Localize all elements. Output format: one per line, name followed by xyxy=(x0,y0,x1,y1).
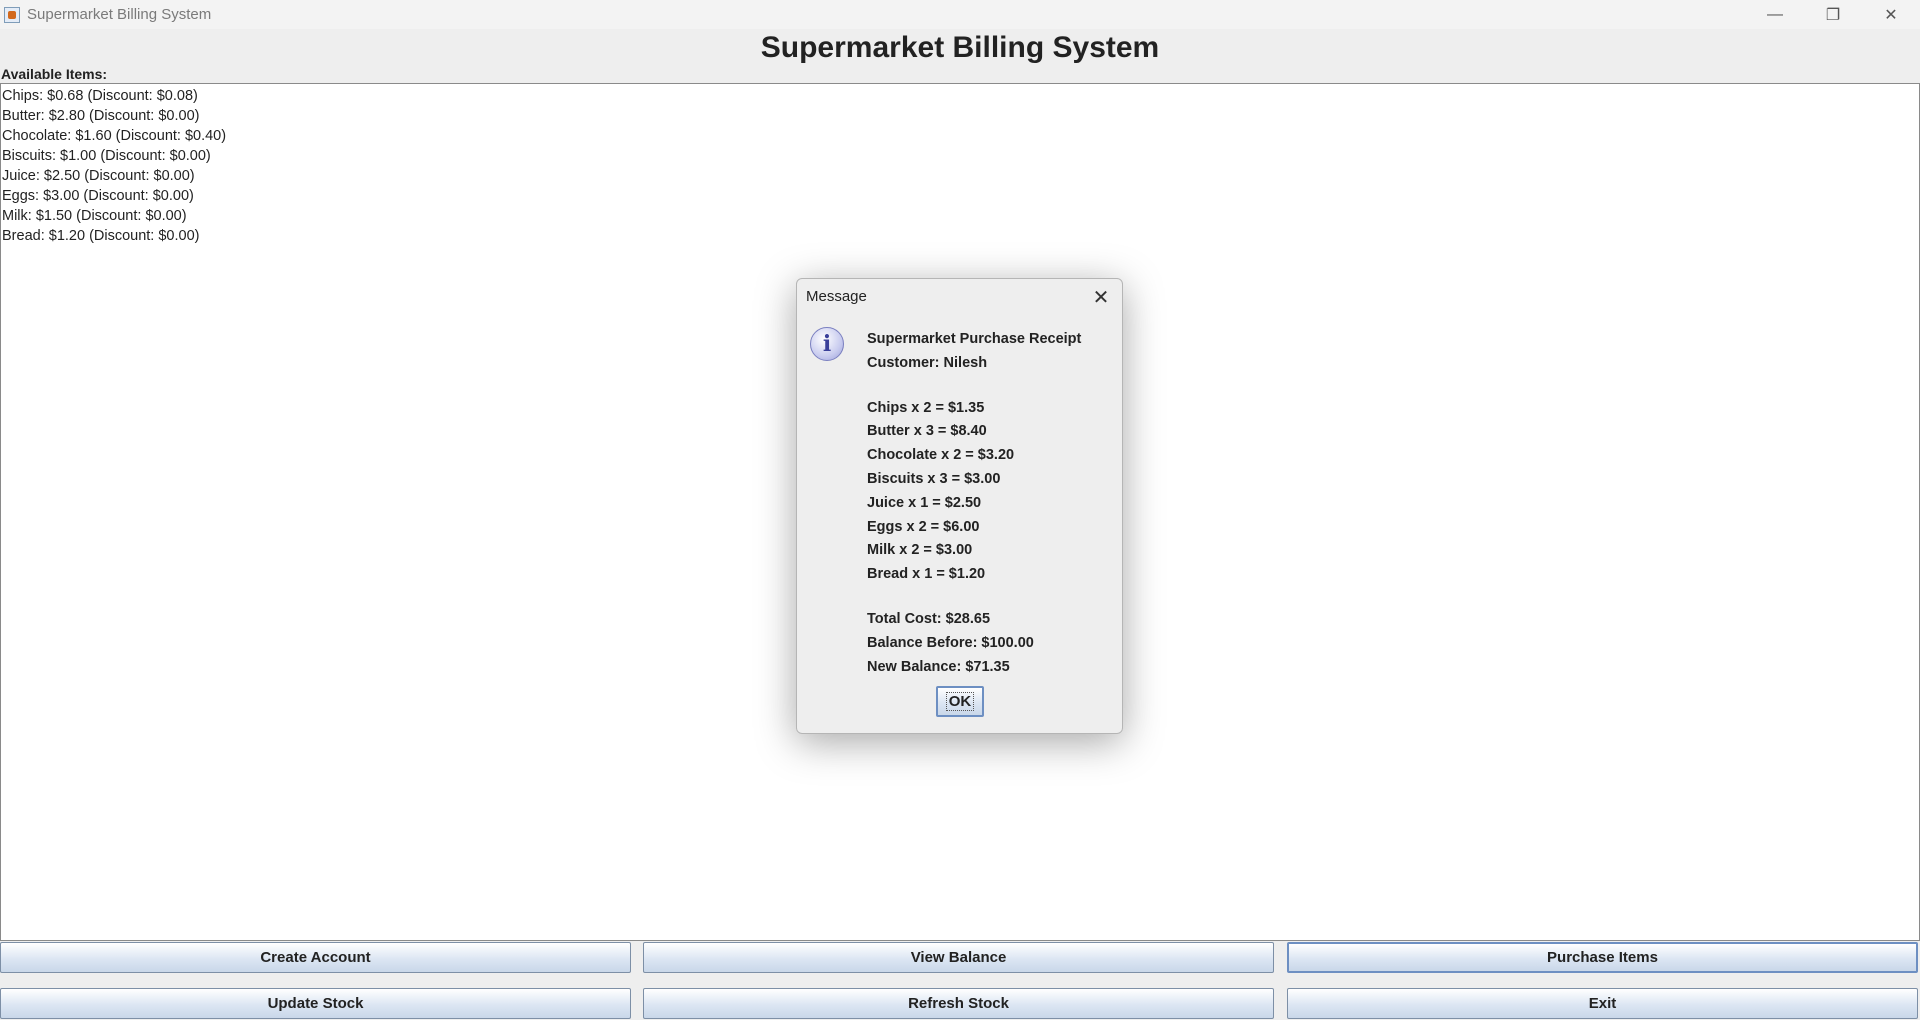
dialog-title: Message xyxy=(806,288,867,305)
item-line: Chocolate: $1.60 (Discount: $0.40) xyxy=(2,128,227,144)
app-heading: Supermarket Billing System xyxy=(760,31,1160,64)
receipt-line-item: Chips x 2 = $1.35 xyxy=(867,399,985,416)
minimize-button[interactable]: — xyxy=(1746,0,1804,29)
receipt-title: Supermarket Purchase Receipt xyxy=(867,331,1082,347)
close-window-button[interactable]: ✕ xyxy=(1862,0,1920,29)
receipt-line-item: Chocolate x 2 = $3.20 xyxy=(867,447,1015,464)
receipt-text: Supermarket Purchase Receipt Customer: N… xyxy=(867,328,1107,679)
item-line: Eggs: $3.00 (Discount: $0.00) xyxy=(2,188,194,204)
item-line: Biscuits: $1.00 (Discount: $0.00) xyxy=(2,148,211,164)
item-line: Butter: $2.80 (Discount: $0.00) xyxy=(2,108,200,124)
item-line: Chips: $0.68 (Discount: $0.08) xyxy=(2,88,198,104)
receipt-total-cost: Total Cost: $28.65 xyxy=(867,610,991,627)
java-app-icon xyxy=(4,6,20,23)
item-line: Juice: $2.50 (Discount: $0.00) xyxy=(2,168,195,184)
receipt-spacer xyxy=(867,587,1107,608)
message-dialog: Message ✕ i Supermarket Purchase Receipt… xyxy=(796,278,1123,734)
receipt-line-item: Milk x 2 = $3.00 xyxy=(867,542,973,559)
view-balance-button[interactable]: View Balance xyxy=(643,942,1274,973)
close-icon: ✕ xyxy=(1092,286,1110,309)
maximize-button[interactable]: ❐ xyxy=(1804,0,1862,29)
item-line: Bread: $1.20 (Discount: $0.00) xyxy=(2,228,200,244)
receipt-balance-before: Balance Before: $100.00 xyxy=(867,634,1034,651)
refresh-stock-button[interactable]: Refresh Stock xyxy=(643,988,1274,1019)
close-icon: ✕ xyxy=(1884,6,1898,24)
receipt-line-item: Juice x 1 = $2.50 xyxy=(867,494,982,511)
purchase-items-button[interactable]: Purchase Items xyxy=(1287,942,1918,973)
receipt-line-item: Butter x 3 = $8.40 xyxy=(867,423,987,440)
dialog-close-button[interactable]: ✕ xyxy=(1089,285,1113,309)
receipt-line-item: Eggs x 2 = $6.00 xyxy=(867,518,980,535)
receipt-spacer xyxy=(867,376,1107,397)
ok-button[interactable]: OK xyxy=(936,686,984,717)
window-controls: — ❐ ✕ xyxy=(1746,0,1920,29)
create-account-button[interactable]: Create Account xyxy=(0,942,631,973)
receipt-new-balance: New Balance: $71.35 xyxy=(867,658,1010,675)
receipt-line-item: Biscuits x 3 = $3.00 xyxy=(867,470,1001,487)
window-title: Supermarket Billing System xyxy=(27,6,212,23)
information-icon: i xyxy=(810,327,844,361)
window-titlebar: Supermarket Billing System — ❐ ✕ xyxy=(0,0,1920,29)
ok-button-label: OK xyxy=(945,692,975,711)
available-items-label: Available Items: xyxy=(1,66,108,82)
receipt-customer: Customer: Nilesh xyxy=(867,354,988,371)
receipt-line-item: Bread x 1 = $1.20 xyxy=(867,566,986,583)
update-stock-button[interactable]: Update Stock xyxy=(0,988,631,1019)
minimize-icon: — xyxy=(1767,5,1783,23)
item-line: Milk: $1.50 (Discount: $0.00) xyxy=(2,208,187,224)
exit-button[interactable]: Exit xyxy=(1287,988,1918,1019)
restore-icon: ❐ xyxy=(1825,6,1841,24)
